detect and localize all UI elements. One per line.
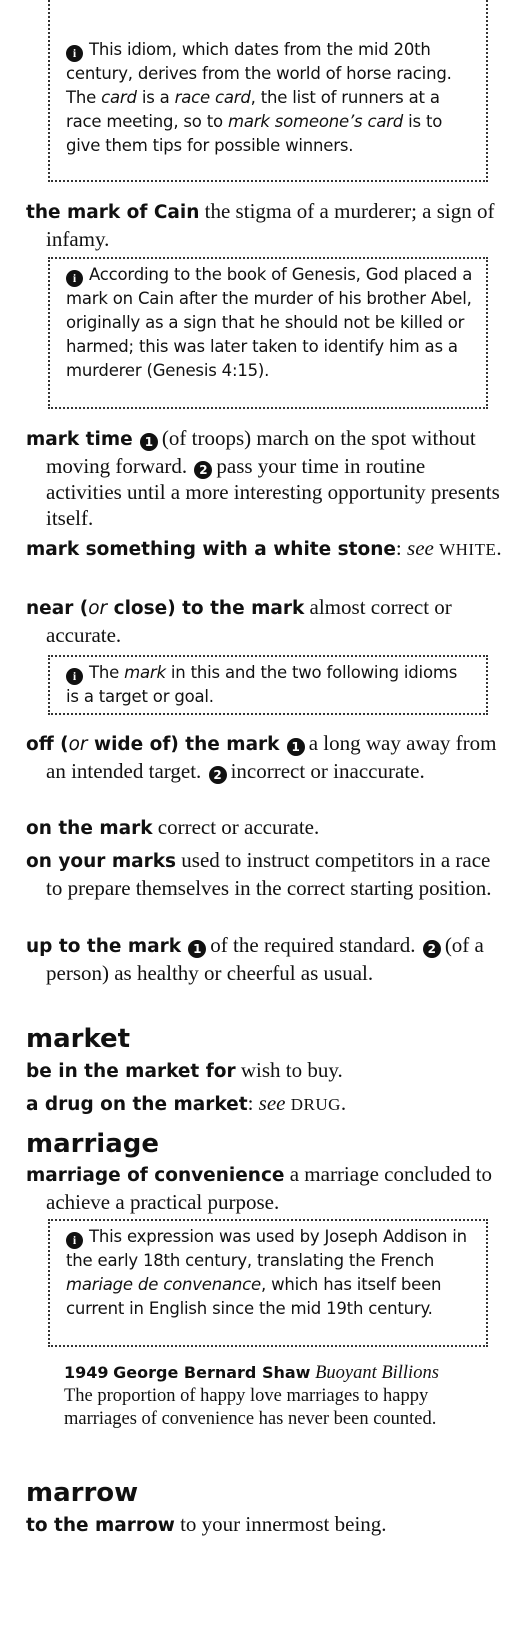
headword-marrow: marrow — [26, 1478, 139, 1508]
entry-mark-of-cain: the mark of Cain the stigma of a murdere… — [26, 199, 495, 251]
note-target: i The mark in this and the two following … — [48, 655, 488, 715]
note-convenance: i This expression was used by Joseph Addi… — [48, 1219, 488, 1347]
entry-on-the-mark: on the mark correct or accurate. — [26, 815, 320, 839]
sense-number-1: 1 — [286, 738, 305, 756]
info-icon: i — [66, 668, 83, 685]
sense-number-1: 1 — [139, 433, 158, 451]
info-icon: i — [66, 1232, 83, 1249]
entry-near-the-mark: near (or close) to the mark almost corre… — [26, 595, 452, 647]
citation-quote: 1949 George Bernard Shaw Buoyant Billion… — [64, 1363, 439, 1429]
info-icon: i — [66, 45, 83, 62]
entry-in-the-market: be in the market for wish to buy. — [26, 1058, 343, 1082]
entry-drug-on-the-market: a drug on the market: see DRUG. — [26, 1091, 347, 1115]
sense-number-2: 2 — [422, 940, 441, 958]
entry-white-stone: mark something with a white stone: see W… — [26, 536, 502, 560]
note-card: i This idiom, which dates from the mid 20… — [48, 0, 488, 182]
info-icon: i — [66, 270, 83, 287]
cross-reference[interactable]: WHITE — [439, 540, 496, 559]
entry-mark-time: mark time 1 (of troops) march on the spot… — [26, 426, 500, 530]
note-cain: i According to the book of Genesis, God p… — [48, 257, 488, 409]
entry-off-the-mark: off (or wide of) the mark 1a long way aw… — [26, 731, 497, 784]
sense-number-2: 2 — [208, 766, 227, 784]
entry-marriage-of-convenience: marriage of convenience a marriage concl… — [26, 1162, 493, 1214]
headword-marriage: marriage — [26, 1129, 159, 1159]
entry-to-the-marrow: to the marrow to your innermost being. — [26, 1512, 387, 1536]
sense-number-2: 2 — [194, 461, 213, 479]
sense-number-1: 1 — [188, 940, 207, 958]
entry-on-your-marks: on your marks used to instruct competito… — [26, 848, 492, 900]
cross-reference[interactable]: DRUG — [291, 1095, 341, 1114]
headword-market: market — [26, 1024, 131, 1054]
entry-up-to-the-mark: up to the mark 1 of the required standard… — [26, 933, 484, 985]
